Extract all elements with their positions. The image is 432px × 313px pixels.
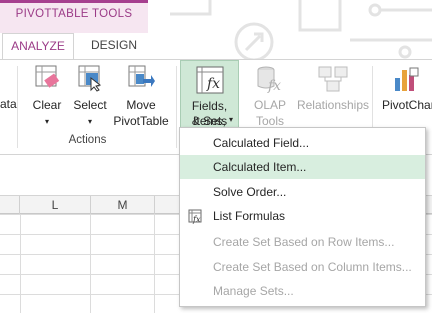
tab-analyze[interactable]: ANALYZE <box>2 33 74 59</box>
olap-tools-icon: fx <box>257 66 281 94</box>
svg-text:fx: fx <box>206 76 220 92</box>
group-separator <box>176 66 177 148</box>
list-formulas-icon: fx <box>188 209 202 224</box>
menu-item-create-set-row-items[interactable]: Create Set Based on Row Items... <box>180 230 425 254</box>
column-header[interactable] <box>0 196 20 214</box>
select-button[interactable]: Select ▾ <box>70 64 110 134</box>
menu-item-manage-sets[interactable]: Manage Sets... <box>180 279 425 303</box>
menu-item-create-set-column-items[interactable]: Create Set Based on Column Items... <box>180 255 425 279</box>
move-pivottable-button[interactable]: Move PivotTable <box>110 64 172 134</box>
olap-tools-button[interactable]: fx OLAP Tools <box>244 64 296 134</box>
chevron-down-icon: ▾ <box>87 117 92 126</box>
fields-items-sets-button[interactable]: fx Fields, Items, & Sets ▾ <box>180 60 239 132</box>
column-header-l[interactable]: L <box>20 196 91 214</box>
menu-item-calculated-item[interactable]: Calculated Item... <box>180 155 425 179</box>
data-button-partial[interactable]: ata <box>0 97 17 112</box>
svg-text:fx: fx <box>192 215 201 224</box>
grid-line <box>154 214 155 313</box>
select-icon <box>78 65 102 92</box>
relationships-icon <box>318 66 348 92</box>
clear-icon <box>35 65 60 88</box>
relationships-button[interactable]: Relationships <box>296 64 370 134</box>
fields-items-sets-icon: fx <box>196 66 224 94</box>
chevron-down-icon: ▾ <box>44 117 49 126</box>
menu-item-solve-order[interactable]: Solve Order... <box>180 180 425 204</box>
clear-button[interactable]: Clear ▾ <box>24 64 70 134</box>
grid-line <box>20 214 21 313</box>
menu-item-calculated-field[interactable]: Calculated Field... <box>180 131 425 155</box>
tab-design[interactable]: DESIGN <box>80 33 148 59</box>
column-header-m[interactable]: M <box>91 196 155 214</box>
context-tab-label: PIVOTTABLE TOOLS <box>15 8 133 20</box>
menu-item-list-formulas[interactable]: fx List Formulas <box>180 204 425 228</box>
pivotchart-icon <box>395 67 419 91</box>
move-pivottable-icon <box>128 65 155 87</box>
svg-text:fx: fx <box>267 78 281 94</box>
actions-group-label: Actions <box>68 134 107 146</box>
pivotchart-button[interactable]: PivotChar <box>378 64 432 134</box>
chevron-down-icon: ▾ <box>229 115 234 124</box>
grid-line <box>90 214 91 313</box>
background-circuit-decoration <box>170 0 432 60</box>
